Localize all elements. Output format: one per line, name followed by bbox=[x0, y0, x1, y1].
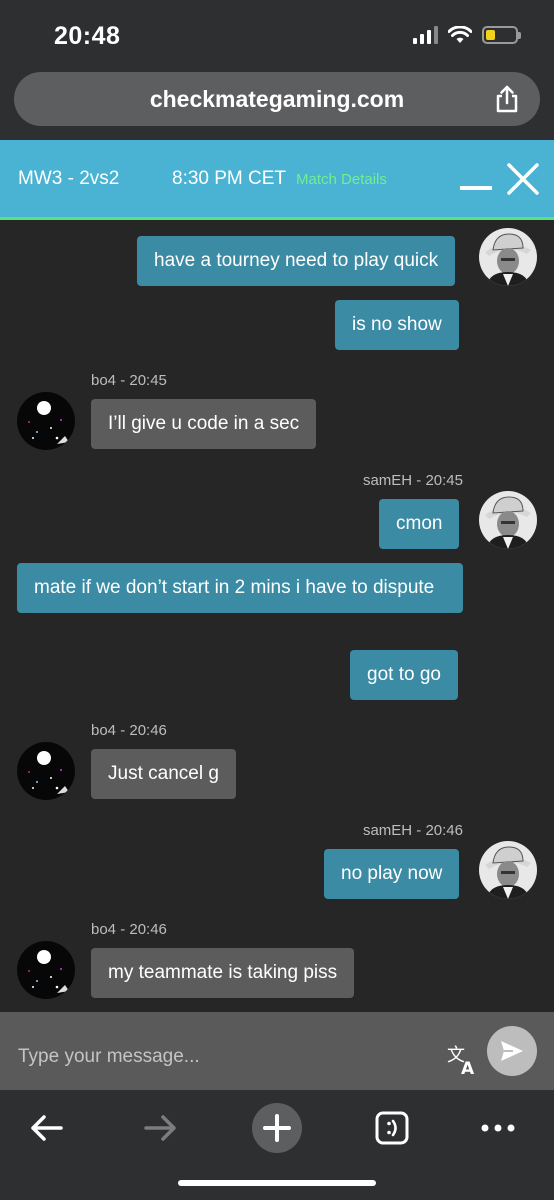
more-icon bbox=[481, 1124, 515, 1132]
message-meta: samEH - 20:45 bbox=[362, 472, 463, 489]
browser-toolbar: checkmategaming.com bbox=[0, 60, 554, 140]
match-game-label: MW3 - 2vs2 bbox=[18, 168, 120, 189]
message-bubble: mate if we don’t start in 2 mins i have … bbox=[17, 563, 463, 613]
message-meta: bo4 - 20:46 bbox=[91, 722, 167, 739]
message-bubble: no play now bbox=[324, 849, 460, 899]
address-bar[interactable]: checkmategaming.com bbox=[14, 72, 540, 126]
tabs-icon bbox=[375, 1111, 409, 1145]
message-meta: bo4 - 20:45 bbox=[91, 372, 167, 389]
translate-icon[interactable]: 文 A bbox=[446, 1042, 480, 1076]
message-bubble: is no show bbox=[335, 300, 459, 350]
forward-button[interactable] bbox=[137, 1102, 185, 1154]
wifi-icon bbox=[448, 26, 472, 43]
close-icon[interactable] bbox=[506, 162, 540, 196]
match-details-link[interactable]: Match Details bbox=[296, 171, 387, 188]
back-arrow-icon bbox=[31, 1115, 63, 1141]
message-bubble: my teammate is taking piss bbox=[91, 948, 355, 998]
message-meta: samEH - 20:46 bbox=[362, 822, 463, 839]
forward-arrow-icon bbox=[144, 1115, 176, 1141]
chat-header: MW3 - 2vs2 8:30 PM CET Match Details bbox=[0, 140, 554, 220]
url-text: checkmategaming.com bbox=[149, 85, 405, 112]
avatar-samEH bbox=[479, 841, 537, 899]
match-time-label: 8:30 PM CET bbox=[172, 168, 287, 189]
new-tab-button[interactable] bbox=[251, 1102, 303, 1154]
avatar-samEH bbox=[479, 228, 537, 286]
avatar-bo4 bbox=[17, 742, 75, 800]
message-input[interactable] bbox=[0, 1012, 440, 1090]
plus-icon bbox=[252, 1103, 302, 1153]
back-button[interactable] bbox=[22, 1102, 70, 1154]
message-bubble: got to go bbox=[350, 650, 458, 700]
send-button[interactable] bbox=[487, 1026, 537, 1076]
send-icon bbox=[501, 1041, 523, 1061]
status-time: 20:48 bbox=[54, 22, 121, 50]
message-bubble: I’ll give u code in a sec bbox=[91, 399, 317, 449]
more-options-button[interactable] bbox=[478, 1102, 518, 1154]
message-bubble: Just cancel g bbox=[91, 749, 236, 799]
tabs-button[interactable] bbox=[373, 1102, 411, 1154]
svg-text:A: A bbox=[461, 1059, 475, 1076]
minimize-icon[interactable] bbox=[460, 186, 492, 190]
status-icons bbox=[413, 26, 521, 44]
avatar-bo4 bbox=[17, 941, 75, 999]
cellular-signal-icon bbox=[413, 26, 438, 44]
avatar-bo4 bbox=[17, 392, 75, 450]
battery-icon bbox=[482, 26, 521, 44]
avatar-samEH bbox=[479, 491, 537, 549]
message-bubble: cmon bbox=[379, 499, 460, 549]
message-composer: 文 A bbox=[0, 1012, 554, 1090]
message-meta: bo4 - 20:46 bbox=[91, 921, 167, 938]
share-icon[interactable] bbox=[492, 84, 522, 114]
message-bubble: have a tourney need to play quick bbox=[137, 236, 456, 286]
home-indicator bbox=[178, 1180, 376, 1186]
